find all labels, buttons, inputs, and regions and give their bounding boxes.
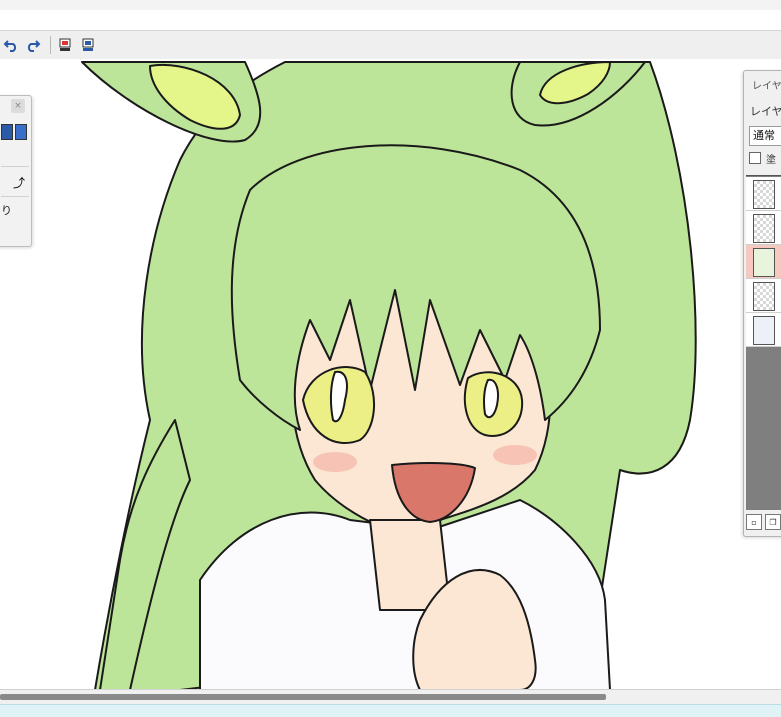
window-title-bar [0, 0, 781, 10]
new-layer-icon[interactable]: ▫ [746, 514, 762, 530]
layer-icon[interactable] [15, 124, 27, 140]
pen-tool-icon[interactable]: ⤴ [13, 174, 25, 191]
scrollbar-thumb[interactable] [0, 694, 606, 700]
layers-panel: レイヤ レイヤ( 通常 塗 ▫ ❐ [743, 70, 781, 537]
layer-thumbnail [753, 214, 775, 243]
layer-thumbnail [753, 248, 775, 277]
layer-option-checkbox[interactable] [749, 152, 761, 164]
toolbar-separator [50, 36, 51, 54]
tool-panel-close-button[interactable]: × [11, 99, 25, 113]
layer-copy-icon[interactable] [56, 36, 74, 54]
layer-row-selected[interactable] [746, 245, 781, 279]
layer-option-row[interactable]: 塗 [749, 151, 776, 166]
duplicate-layer-icon[interactable]: ❐ [765, 514, 781, 530]
layer-list [746, 175, 781, 510]
layers-panel-title: レイヤ [752, 81, 781, 92]
blend-mode-select[interactable]: 通常 [749, 126, 781, 146]
horizontal-scrollbar[interactable] [0, 689, 781, 705]
layer-thumbnail [753, 282, 775, 311]
layer-row[interactable] [746, 211, 781, 245]
undo-icon[interactable] [2, 36, 20, 54]
layer-row[interactable] [746, 177, 781, 211]
layer-panel-footer: ▫ ❐ [746, 514, 781, 532]
layer-thumbnail [753, 316, 775, 345]
tool-panel-divider [1, 166, 29, 167]
layer-row[interactable] [746, 279, 781, 313]
color-swatch-icon[interactable] [1, 124, 13, 140]
layer-thumbnail [753, 180, 775, 209]
main-toolbar [0, 30, 781, 60]
redo-icon[interactable] [24, 36, 42, 54]
tool-panel: × ⤴ り [0, 95, 32, 247]
layer-row[interactable] [746, 313, 781, 347]
drawing-canvas[interactable] [0, 59, 781, 689]
tool-panel-label: り [1, 204, 12, 217]
tool-panel-divider [1, 196, 29, 197]
layers-panel-subtitle: レイヤ( [750, 105, 781, 118]
layer-merge-icon[interactable] [79, 36, 97, 54]
layer-option-label: 塗 [766, 154, 776, 166]
status-bar [0, 704, 781, 717]
character-artwork [81, 61, 697, 689]
menu-bar [0, 10, 781, 30]
